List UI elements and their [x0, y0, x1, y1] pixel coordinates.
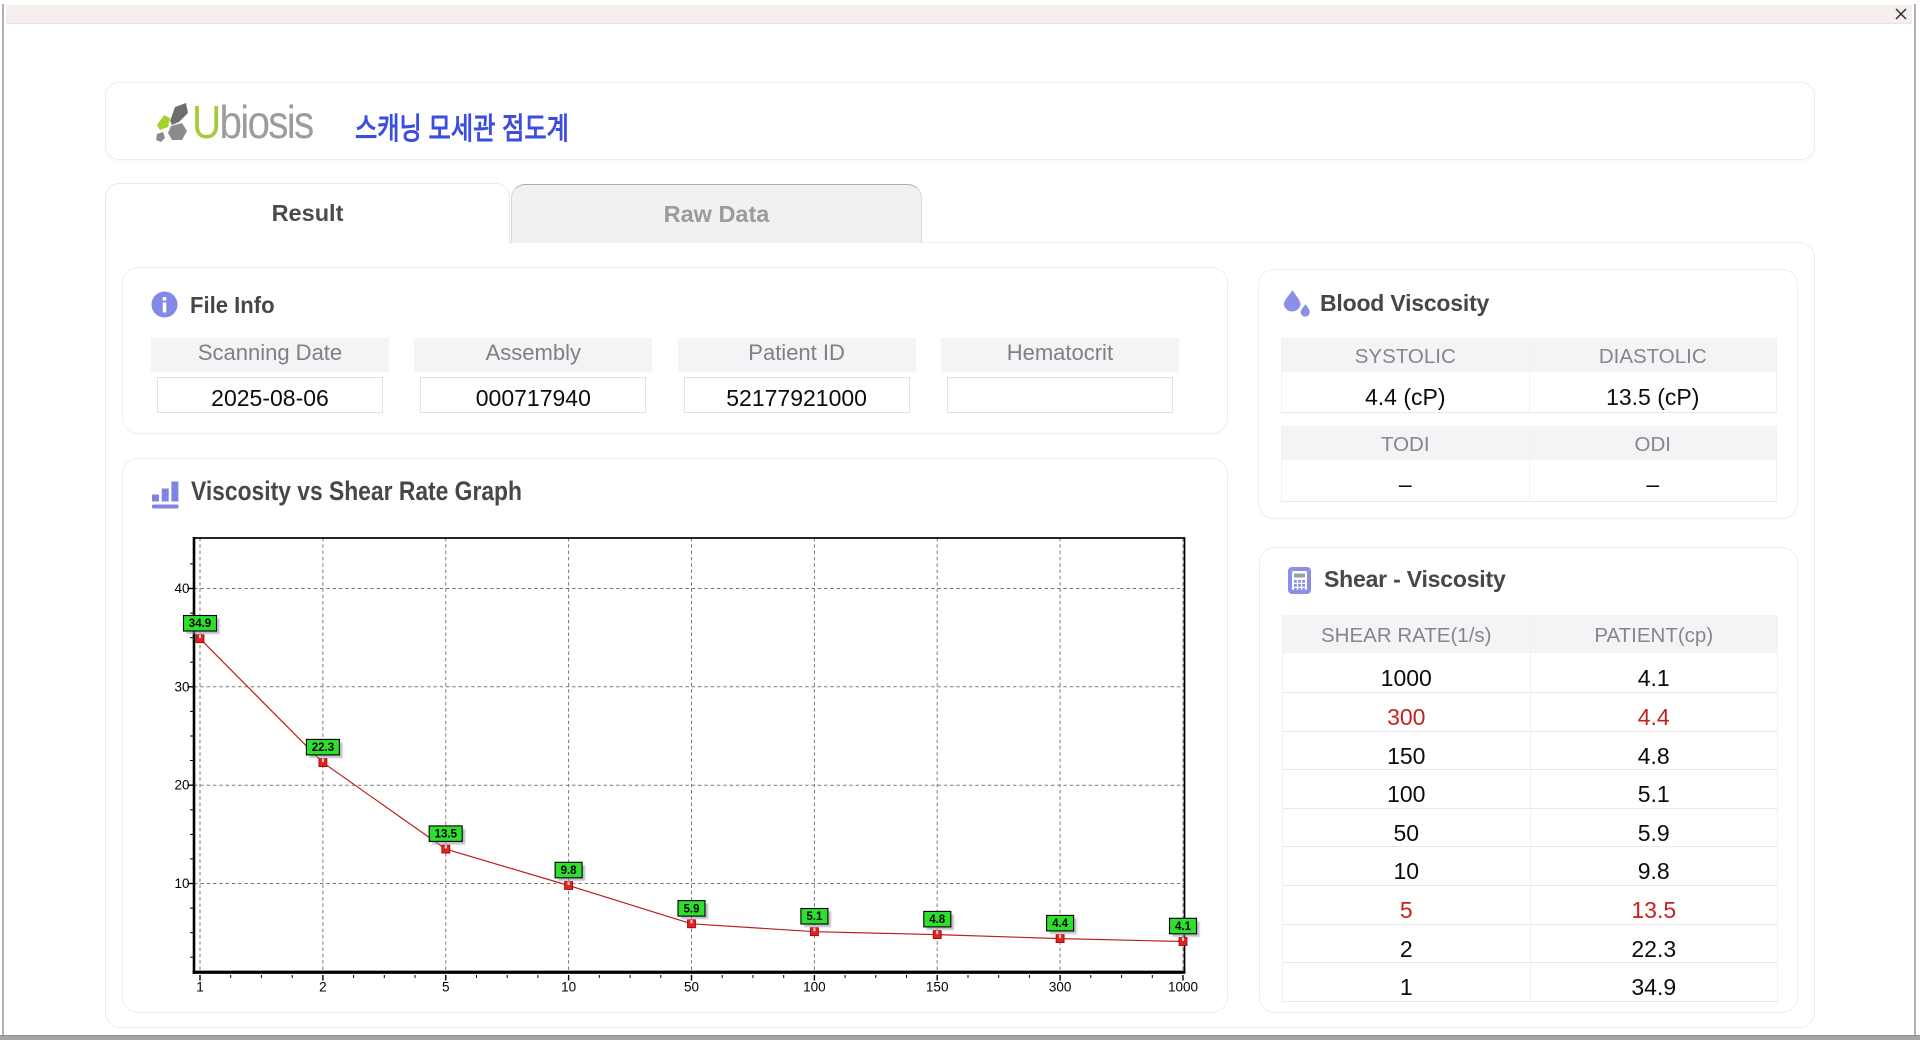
- svg-text:50: 50: [684, 980, 699, 995]
- svg-text:40: 40: [174, 581, 189, 596]
- svg-text:30: 30: [174, 679, 189, 694]
- svg-text:10: 10: [174, 876, 189, 891]
- svg-text:4.1: 4.1: [1175, 921, 1192, 933]
- svg-text:22.3: 22.3: [312, 742, 334, 754]
- svg-text:4.4: 4.4: [1052, 918, 1069, 930]
- svg-text:10: 10: [561, 980, 576, 995]
- svg-text:4.8: 4.8: [929, 914, 946, 926]
- svg-text:34.9: 34.9: [189, 618, 211, 630]
- svg-text:9.8: 9.8: [561, 865, 578, 877]
- svg-text:5.1: 5.1: [806, 911, 823, 923]
- svg-text:1000: 1000: [1168, 980, 1198, 995]
- svg-text:150: 150: [926, 980, 949, 995]
- svg-text:5: 5: [442, 980, 450, 995]
- svg-text:5.9: 5.9: [684, 903, 700, 915]
- svg-text:300: 300: [1049, 980, 1072, 995]
- svg-text:2: 2: [319, 980, 327, 995]
- svg-text:20: 20: [174, 778, 189, 793]
- svg-text:100: 100: [803, 980, 826, 995]
- svg-text:13.5: 13.5: [435, 829, 458, 841]
- svg-text:1: 1: [196, 980, 204, 995]
